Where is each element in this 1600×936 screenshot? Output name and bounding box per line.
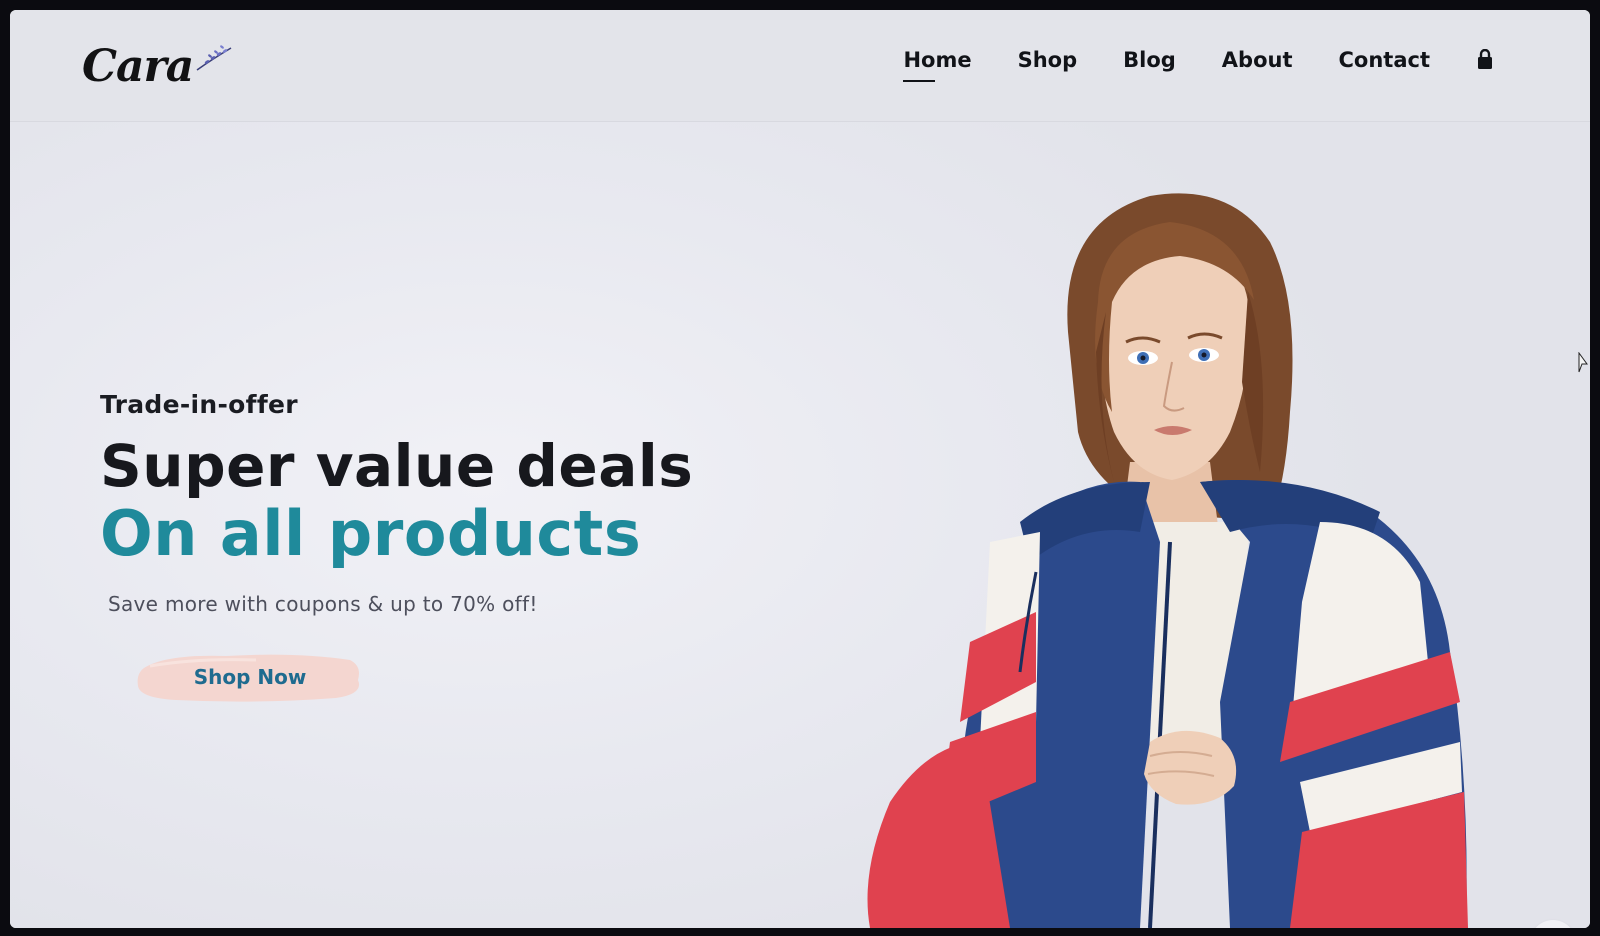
nav-item-shop[interactable]: Shop	[1018, 48, 1078, 72]
nav-item-contact[interactable]: Contact	[1339, 48, 1431, 72]
lavender-sprig-icon	[196, 45, 232, 71]
hero-kicker: Trade-in-offer	[100, 390, 298, 419]
hero-title: Super value deals	[100, 432, 694, 500]
logo-text: Cara	[82, 40, 194, 92]
site-logo[interactable]: Cara	[82, 36, 235, 96]
hero-model-image	[867, 193, 1468, 928]
shop-now-label: Shop Now	[193, 664, 307, 689]
nav-item-home[interactable]: Home	[903, 48, 972, 82]
hero-text-block: Trade-in-offer Super value deals On all …	[100, 390, 740, 704]
main-nav: Home Shop Blog About Contact	[903, 48, 1494, 82]
floating-assistant-badge[interactable]	[1530, 920, 1576, 928]
shopping-bag-icon[interactable]	[1476, 49, 1494, 71]
shop-now-button[interactable]: Shop Now	[136, 650, 364, 704]
hero-section: Trade-in-offer Super value deals On all …	[10, 122, 1590, 928]
hero-subtitle: Save more with coupons & up to 70% off!	[108, 591, 538, 616]
mouse-cursor-icon	[1578, 352, 1588, 373]
monitor-bezel: Cara Home Shop Blog About Contact Trade-…	[0, 0, 1600, 936]
hero-title-accent: On all products	[100, 496, 642, 570]
browser-viewport: Cara Home Shop Blog About Contact Trade-…	[10, 10, 1590, 928]
nav-item-about[interactable]: About	[1222, 48, 1293, 72]
nav-item-blog[interactable]: Blog	[1123, 48, 1176, 72]
site-header: Cara Home Shop Blog About Contact	[10, 10, 1590, 122]
